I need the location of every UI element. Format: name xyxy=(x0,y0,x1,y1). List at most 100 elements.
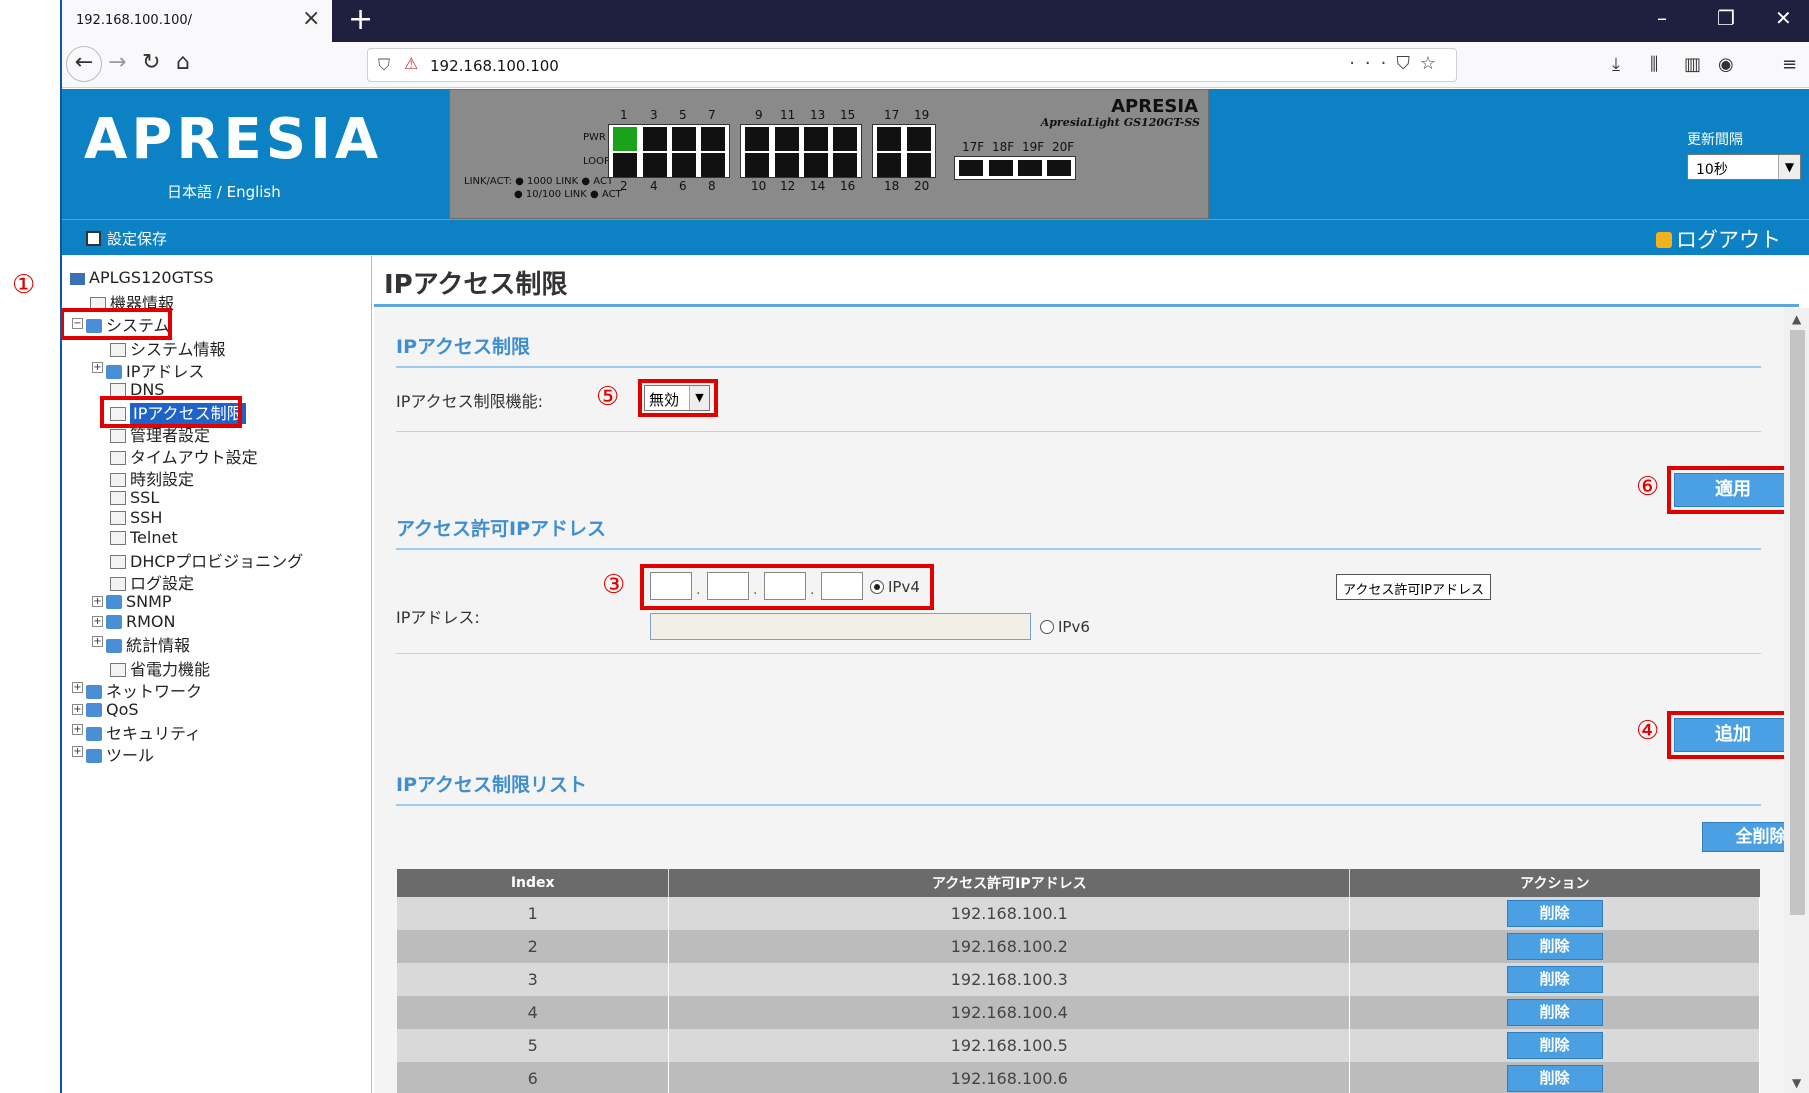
save-config-label: 設定保存 xyxy=(107,230,168,248)
port-1-icon[interactable] xyxy=(613,127,637,151)
expand-icon[interactable]: + xyxy=(92,636,103,647)
tree-item-time[interactable]: 時刻設定 xyxy=(110,466,194,490)
port-9-icon[interactable] xyxy=(745,127,769,151)
tree-item-telnet[interactable]: Telnet xyxy=(110,528,178,547)
home-icon[interactable]: ⌂ xyxy=(176,50,190,75)
port-4-icon[interactable] xyxy=(643,153,667,177)
port-20-icon[interactable] xyxy=(907,153,931,177)
port-15-icon[interactable] xyxy=(833,127,857,151)
close-window-icon[interactable]: ✕ xyxy=(1775,6,1792,30)
expand-icon[interactable]: + xyxy=(92,616,103,627)
port-17-icon[interactable] xyxy=(877,127,901,151)
port-number: 19 xyxy=(914,108,930,122)
tree-item-tools[interactable]: ツール xyxy=(86,742,154,766)
port-11-icon[interactable] xyxy=(775,127,799,151)
back-icon[interactable]: ← xyxy=(66,46,102,82)
close-tab-icon[interactable]: × xyxy=(302,6,320,31)
forward-icon[interactable]: → xyxy=(108,50,126,75)
save-config-button[interactable]: 設定保存 xyxy=(86,228,167,249)
tree-item-network[interactable]: ネットワーク xyxy=(86,678,202,702)
sfp-18f-icon[interactable] xyxy=(989,160,1013,176)
ipv6-input[interactable] xyxy=(650,613,1031,640)
expand-icon[interactable]: + xyxy=(92,596,103,607)
sfp-17f-icon[interactable] xyxy=(959,160,983,176)
expand-icon[interactable]: + xyxy=(92,362,103,373)
tree-item-qos[interactable]: QoS xyxy=(86,700,139,719)
expand-icon[interactable]: + xyxy=(72,746,83,757)
language-switch[interactable]: 日本語 / English xyxy=(167,181,281,202)
tree-item-ip-address[interactable]: IPアドレス xyxy=(106,358,204,382)
sfp-port-group xyxy=(954,156,1076,180)
scroll-down-icon[interactable]: ▼ xyxy=(1792,1076,1801,1090)
annotation-box-apply xyxy=(1667,466,1799,514)
reload-icon[interactable]: ↻ xyxy=(142,50,160,75)
tree-item-statistics[interactable]: 統計情報 xyxy=(106,632,190,656)
delete-button[interactable]: 削除 xyxy=(1506,900,1603,927)
address-actions[interactable]: ···⛉☆ xyxy=(1349,53,1446,74)
delete-button[interactable]: 削除 xyxy=(1506,1065,1603,1092)
port-2-icon[interactable] xyxy=(613,153,637,177)
expand-icon[interactable]: + xyxy=(72,682,83,693)
tree-item-ssl[interactable]: SSL xyxy=(110,488,159,507)
ipv6-radio[interactable] xyxy=(1040,620,1054,634)
port-8-icon[interactable] xyxy=(701,153,725,177)
logout-button[interactable]: ログアウト xyxy=(1656,224,1781,254)
address-bar[interactable]: ⛉ ⚠ 192.168.100.100 ···⛉☆ xyxy=(367,48,1457,82)
delete-button[interactable]: 削除 xyxy=(1506,999,1603,1026)
port-14-icon[interactable] xyxy=(804,153,828,177)
sfp-19f-icon[interactable] xyxy=(1018,160,1042,176)
tree-item-log-settings[interactable]: ログ設定 xyxy=(110,570,194,594)
annotation-box-system xyxy=(62,308,172,340)
port-12-icon[interactable] xyxy=(775,153,799,177)
navigation-tree: APLGS120GTSS 機器情報 − システム システム情報 + IPアドレス… xyxy=(62,256,372,1093)
delete-button[interactable]: 削除 xyxy=(1506,933,1603,960)
cell-ip: 192.168.100.3 xyxy=(668,963,1351,996)
tree-item-label: Telnet xyxy=(130,528,178,547)
sidebar-icon[interactable]: ▥ xyxy=(1684,54,1701,75)
port-number: 1 xyxy=(620,108,628,122)
delete-button[interactable]: 削除 xyxy=(1506,966,1603,993)
port-7-icon[interactable] xyxy=(701,127,725,151)
section-underline xyxy=(396,548,1761,550)
port-19-icon[interactable] xyxy=(907,127,931,151)
scroll-up-icon[interactable]: ▲ xyxy=(1792,312,1801,326)
port-3-icon[interactable] xyxy=(643,127,667,151)
tree-item-label: SSL xyxy=(130,488,160,507)
menu-icon[interactable]: ≡ xyxy=(1782,54,1797,75)
minimize-icon[interactable]: – xyxy=(1657,6,1667,30)
tree-root[interactable]: APLGS120GTSS xyxy=(70,268,214,287)
tree-item-security[interactable]: セキュリティ xyxy=(86,720,201,744)
annotation-box-ip-access xyxy=(100,396,242,428)
library-icon[interactable]: ⫼ xyxy=(1650,54,1658,75)
device-brand: APRESIA xyxy=(1111,96,1198,117)
sfp-20f-icon[interactable] xyxy=(1047,160,1071,176)
tree-item-rmon[interactable]: RMON xyxy=(106,612,175,631)
port-16-icon[interactable] xyxy=(833,153,857,177)
cell-index: 3 xyxy=(397,963,670,996)
expand-icon[interactable]: + xyxy=(72,704,83,715)
port-5-icon[interactable] xyxy=(672,127,696,151)
account-icon[interactable]: ◉ xyxy=(1718,54,1734,75)
browser-tab[interactable]: 192.168.100.100/ × xyxy=(62,0,332,42)
content-scrollbar[interactable]: ▲ ▼ xyxy=(1784,308,1809,1093)
port-6-icon[interactable] xyxy=(672,153,696,177)
refresh-interval-select[interactable]: 10秒 ▼ xyxy=(1687,154,1801,180)
tree-item-dhcp-provisioning[interactable]: DHCPプロビジョニング xyxy=(110,548,303,572)
new-tab-icon[interactable]: + xyxy=(348,2,373,37)
port-13-icon[interactable] xyxy=(804,127,828,151)
port-10-icon[interactable] xyxy=(745,153,769,177)
port-18-icon[interactable] xyxy=(877,153,901,177)
download-icon[interactable]: ⤓ xyxy=(1612,54,1620,75)
tree-item-label: セキュリティ xyxy=(106,724,202,743)
expand-icon[interactable]: + xyxy=(72,724,83,735)
tree-item-snmp[interactable]: SNMP xyxy=(106,592,172,611)
title-underline xyxy=(374,304,1799,307)
scrollbar-thumb[interactable] xyxy=(1790,330,1805,915)
section-title-access-list: IPアクセス制限リスト xyxy=(396,774,588,796)
tree-item-ssh[interactable]: SSH xyxy=(110,508,162,527)
delete-button[interactable]: 削除 xyxy=(1506,1032,1603,1059)
port-number: 12 xyxy=(780,179,796,193)
tree-item-power-saving[interactable]: 省電力機能 xyxy=(110,656,210,680)
tree-item-timeout[interactable]: タイムアウト設定 xyxy=(110,444,258,468)
restore-icon[interactable]: ❐ xyxy=(1717,6,1735,30)
